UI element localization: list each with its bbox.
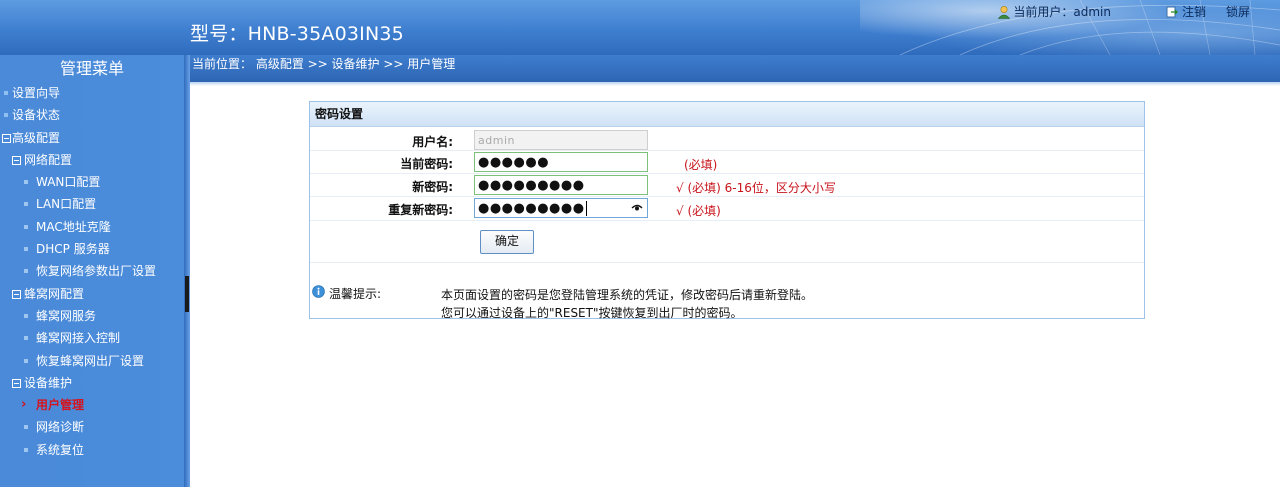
tip-line-2: 您可以通过设备上的"RESET"按键恢复到出厂时的密码。 <box>441 306 743 320</box>
bullet-icon <box>24 358 28 363</box>
tip-label: 温馨提示: <box>329 287 382 301</box>
sidebar-item-device-status[interactable]: 设备状态 <box>0 104 184 126</box>
model-title: 型号：HNB-35A03IN35 <box>190 23 404 45</box>
user-icon <box>998 5 1011 19</box>
sidebar-divider <box>184 55 190 487</box>
repeat-password-hint: √ (必填) <box>676 204 721 218</box>
current-user: 当前用户：admin <box>997 3 1111 20</box>
bullet-icon <box>24 269 28 274</box>
sidebar-item-system-reset[interactable]: 系统复位 <box>0 439 184 461</box>
new-password-field[interactable]: ●●●●●●●●● <box>474 175 648 195</box>
tip-line-1: 本页面设置的密码是您登陆管理系统的凭证，修改密码后请重新登陆。 <box>441 288 814 302</box>
repeat-password-value: ●●●●●●●●● <box>478 201 585 216</box>
sidebar-item-network-diagnostics[interactable]: 网络诊断 <box>0 416 184 438</box>
current-password-hint: (必填) <box>684 158 718 172</box>
sidebar: 管理菜单 设置向导 设备状态 高级配置 网络配置 WAN口配置 LAN口配置 M… <box>0 55 184 487</box>
bullet-icon <box>24 247 28 252</box>
sidebar-item-cellular-config[interactable]: 蜂窝网配置 <box>0 283 184 305</box>
info-icon <box>312 285 325 298</box>
sidebar-item-network-factory-reset[interactable]: 恢复网络参数出厂设置 <box>0 260 184 282</box>
header-links: 当前用户：admin 注销 锁屏 <box>997 3 1250 20</box>
sidebar-item-cellular-service[interactable]: 蜂窝网服务 <box>0 305 184 327</box>
sidebar-item-network-config[interactable]: 网络配置 <box>0 149 184 171</box>
sidebar-item-mac-clone[interactable]: MAC地址克隆 <box>0 216 184 238</box>
new-password-row: 新密码: ●●●●●●●●● √ (必填) 6-16位，区分大小写 <box>310 175 1144 197</box>
collapse-minus-icon <box>12 289 21 299</box>
new-password-label: 新密码: <box>412 180 453 194</box>
confirm-button[interactable]: 确定 <box>480 230 534 254</box>
lock-screen-link[interactable]: 锁屏 <box>1226 3 1250 20</box>
sidebar-item-cellular-access-control[interactable]: 蜂窝网接入控制 <box>0 327 184 349</box>
sidebar-item-user-management[interactable]: › 用户管理 <box>0 394 184 416</box>
sidebar-item-setup-wizard[interactable]: 设置向导 <box>0 82 184 104</box>
bullet-icon <box>24 224 28 229</box>
sidebar-item-cellular-factory-reset[interactable]: 恢复蜂窝网出厂设置 <box>0 350 184 372</box>
new-password-hint: √ (必填) 6-16位，区分大小写 <box>676 181 836 195</box>
panel-title: 密码设置 <box>310 102 1144 127</box>
collapse-minus-icon <box>2 133 11 143</box>
top-header: 型号：HNB-35A03IN35 当前用户：admin 注销 锁屏 <box>0 0 1280 55</box>
bullet-icon <box>24 336 28 341</box>
bullet-icon <box>4 113 8 118</box>
repeat-password-row: 重复新密码: ●●●●●●●●● √ (必填) <box>310 198 1144 220</box>
row-divider <box>310 173 1144 174</box>
logout-label: 注销 <box>1181 5 1206 19</box>
bullet-icon <box>4 91 8 95</box>
current-password-row: 当前密码: ●●●●●● (必填) <box>310 152 1144 174</box>
logout-link[interactable]: 注销 <box>1166 3 1206 20</box>
sidebar-title: 管理菜单 <box>59 59 124 78</box>
tip-area: 温馨提示: 本页面设置的密码是您登陆管理系统的凭证，修改密码后请重新登陆。 您可… <box>310 262 1144 320</box>
breadcrumb-text: 当前位置： 高级配置 >> 设备维护 >> 用户管理 <box>192 57 456 71</box>
bullet-icon <box>24 313 28 318</box>
username-field: admin <box>474 130 648 150</box>
bullet-icon <box>24 425 28 430</box>
repeat-password-label: 重复新密码: <box>388 203 453 217</box>
chevron-right-icon: › <box>21 397 27 413</box>
sidebar-item-dhcp-server[interactable]: DHCP 服务器 <box>0 238 184 260</box>
breadcrumb-shadow <box>190 82 1280 86</box>
current-password-field[interactable]: ●●●●●● <box>474 152 648 172</box>
sidebar-item-device-maintenance[interactable]: 设备维护 <box>0 372 184 394</box>
current-user-label: 当前用户：admin <box>1013 5 1111 19</box>
sidebar-item-advanced-config[interactable]: 高级配置 <box>0 127 184 149</box>
sidebar-collapse-handle[interactable] <box>185 276 189 312</box>
bullet-icon <box>24 202 28 207</box>
collapse-minus-icon <box>12 378 21 388</box>
bullet-icon <box>24 447 28 452</box>
text-cursor <box>585 201 587 216</box>
username-row: 用户名: admin <box>310 130 1144 152</box>
lock-screen-label: 锁屏 <box>1225 5 1250 19</box>
sidebar-menu: 设置向导 设备状态 高级配置 网络配置 WAN口配置 LAN口配置 MAC地址克… <box>0 82 184 461</box>
row-divider <box>310 150 1144 151</box>
row-divider <box>310 196 1144 197</box>
show-password-eye-icon[interactable] <box>631 202 643 214</box>
current-password-label: 当前密码: <box>400 157 453 171</box>
sidebar-item-lan-config[interactable]: LAN口配置 <box>0 193 184 215</box>
username-label: 用户名: <box>412 135 453 149</box>
breadcrumb: 当前位置： 高级配置 >> 设备维护 >> 用户管理 <box>190 55 1280 82</box>
logout-icon <box>1166 6 1178 17</box>
collapse-minus-icon <box>12 155 21 165</box>
repeat-password-field[interactable]: ●●●●●●●●● <box>474 198 648 218</box>
password-settings-panel: 密码设置 用户名: admin 当前密码: ●●●●●● (必填) 新密码: ●… <box>309 101 1145 320</box>
sidebar-item-wan-config[interactable]: WAN口配置 <box>0 171 184 193</box>
bullet-icon <box>24 180 28 185</box>
row-divider <box>310 220 1144 221</box>
